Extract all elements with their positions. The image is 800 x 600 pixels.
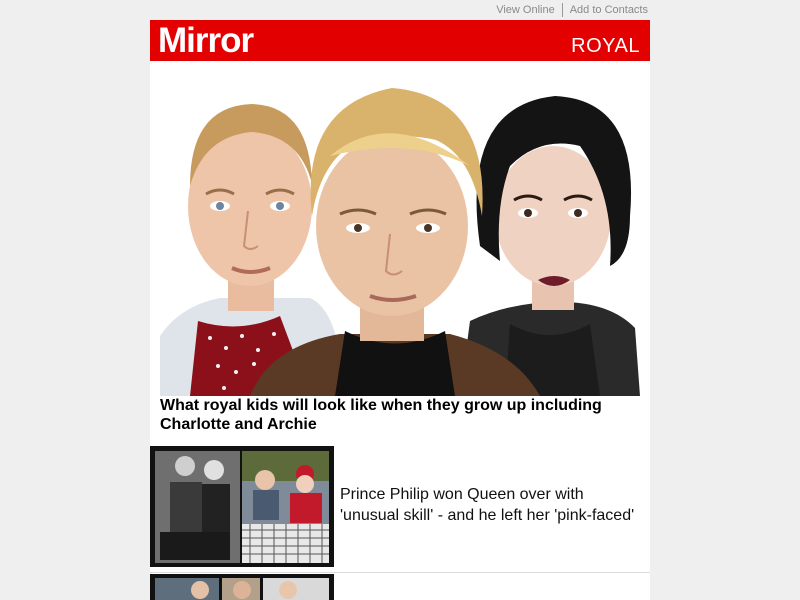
royal-photo-collage [150,446,334,567]
view-online-link[interactable]: View Online [494,4,557,16]
link-divider [561,3,563,17]
article-headline[interactable]: Prince Philip won Queen over with 'unusu… [340,484,645,526]
hero-headline[interactable]: What royal kids will look like when they… [160,396,630,434]
section-label: ROYAL [571,35,640,57]
mirror-logo[interactable]: Mirror [158,21,254,61]
top-links-bar: View Online Add to Contacts [150,0,650,20]
royal-photo-collage [150,574,334,600]
article-row[interactable] [150,574,650,600]
add-to-contacts-link[interactable]: Add to Contacts [568,4,650,16]
article-thumbnail[interactable] [150,446,334,567]
masthead: Mirror ROYAL [150,20,650,61]
article-divider [150,572,650,573]
hero-image[interactable] [160,66,640,396]
hero-illustration [160,88,640,396]
article-thumbnail[interactable] [150,574,334,600]
article-row[interactable]: Prince Philip won Queen over with 'unusu… [150,446,650,572]
newsletter-body: Mirror ROYAL What royal kids will look l… [150,20,650,600]
